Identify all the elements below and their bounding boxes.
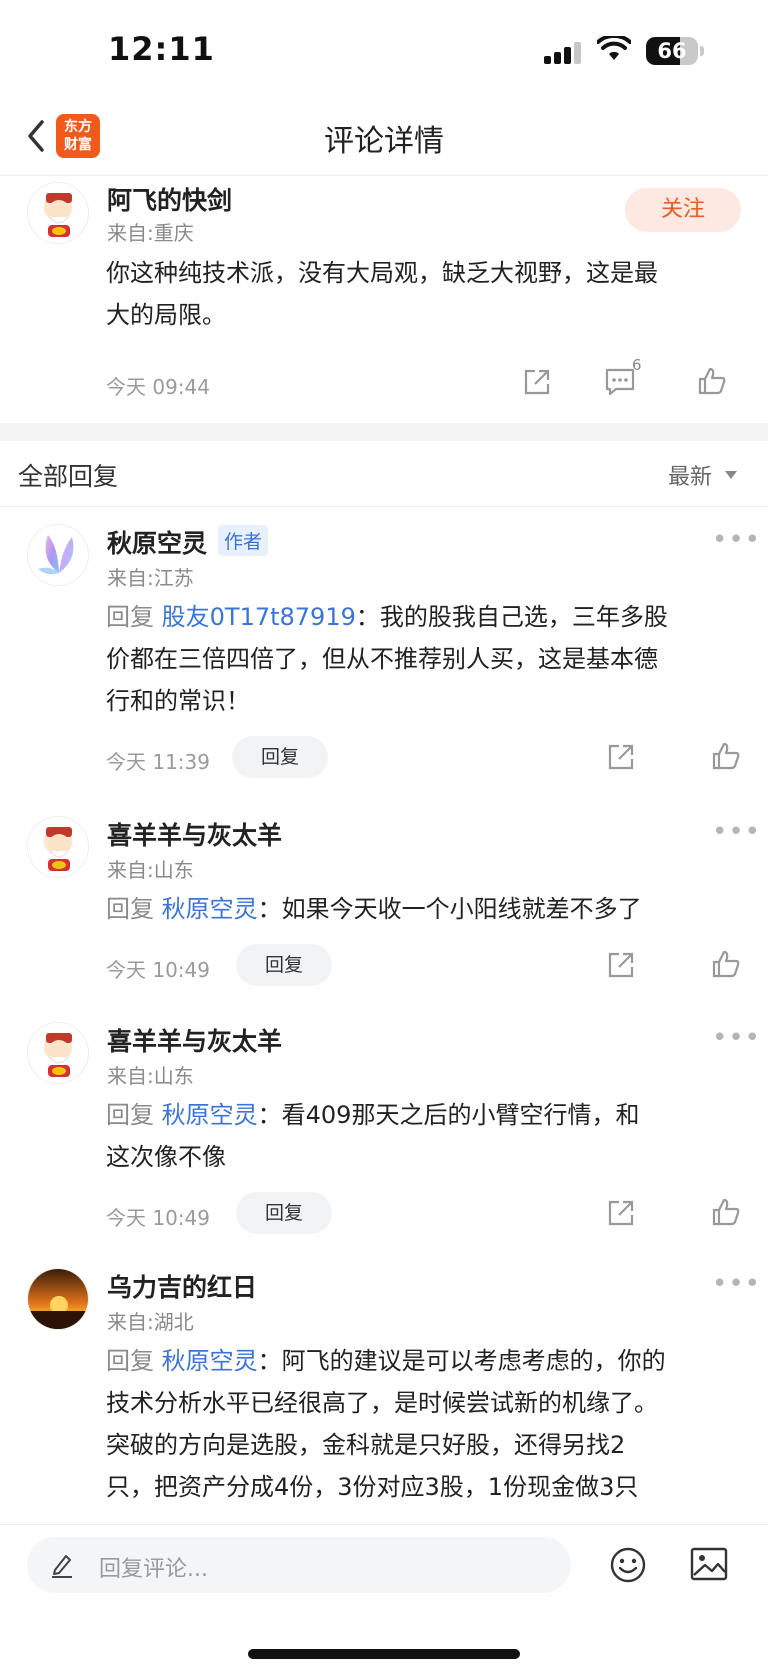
- reply-item: 喜羊羊与灰太羊 ••• 来自:山东 回复 秋原空灵：看409那天之后的小臂空行情…: [0, 1006, 768, 1238]
- reply-text-line: 突破的方向是选股，金科就是只好股，还得另找2: [106, 1431, 626, 1459]
- reply-text-line: 只，把资产分成4份，3份对应3股，1份现金做3只: [106, 1473, 639, 1501]
- share-icon[interactable]: [606, 742, 636, 772]
- reply-target-link[interactable]: 股友0T17t87919: [162, 603, 356, 631]
- reply-text: ：我的股我自己选，三年多股: [355, 603, 668, 631]
- nav-bar: 东方 财富 评论详情: [0, 100, 768, 176]
- comment-location: 来自:重庆: [107, 221, 194, 245]
- replies-header: 全部回复 最新: [0, 441, 768, 507]
- more-options-icon[interactable]: •••: [712, 1271, 761, 1297]
- image-icon[interactable]: [690, 1547, 728, 1581]
- reply-text-line: 回复 秋原空灵：阿飞的建议是可以考虑考虑的，你的: [106, 1340, 666, 1382]
- page-title: 评论详情: [324, 124, 444, 159]
- comment-text-line: 你这种纯技术派，没有大局观，缺乏大视野，这是最: [106, 259, 658, 287]
- reply-target-link[interactable]: 秋原空灵: [162, 895, 258, 923]
- like-icon[interactable]: [711, 949, 741, 979]
- reply-text-line: 回复 秋原空灵：如果今天收一个小阳线就差不多了: [106, 888, 642, 930]
- reply-target-link[interactable]: 秋原空灵: [162, 1347, 258, 1375]
- battery-icon: 66: [646, 37, 698, 65]
- reply-item: 喜羊羊与灰太羊 ••• 来自:山东 回复 秋原空灵：如果今天收一个小阳线就差不多…: [0, 800, 768, 990]
- reply-text-line: 这次像不像: [106, 1143, 226, 1171]
- reply-input[interactable]: 回复评论...: [27, 1537, 571, 1593]
- comment-count-badge: 6: [632, 356, 642, 374]
- section-divider: [0, 423, 768, 441]
- reply-location: 来自:山东: [107, 858, 194, 882]
- reply-text: ：看409那天之后的小臂空行情，和: [257, 1101, 640, 1129]
- status-time: 12:11: [108, 30, 215, 68]
- bottom-reply-bar: 回复评论...: [0, 1524, 768, 1665]
- comment-time: 今天 09:44: [106, 375, 210, 399]
- emoji-icon[interactable]: [609, 1546, 647, 1584]
- reply-button[interactable]: 回复: [232, 736, 328, 778]
- fortune-god-avatar-icon: [46, 193, 72, 237]
- like-icon[interactable]: [711, 741, 741, 771]
- like-icon[interactable]: [697, 366, 727, 396]
- replies-title: 全部回复: [18, 462, 119, 491]
- reply-username[interactable]: 喜羊羊与灰太羊: [107, 1022, 282, 1058]
- reply-text: ：如果今天收一个小阳线就差不多了: [257, 895, 642, 923]
- reply-text: ：阿飞的建议是可以考虑考虑的，你的: [257, 1347, 666, 1375]
- reply-text-line: 回复 股友0T17t87919：我的股我自己选，三年多股: [106, 596, 668, 638]
- comment-text-line: 大的局限。: [106, 301, 226, 329]
- reply-location: 来自:湖北: [107, 1310, 194, 1334]
- reply-text-line: 价都在三倍四倍了，但从不推荐别人买，这是基本德: [106, 645, 658, 673]
- pencil-icon: [52, 1555, 72, 1578]
- battery-nub: [700, 46, 704, 56]
- avatar[interactable]: [27, 1268, 89, 1330]
- share-icon[interactable]: [522, 367, 552, 397]
- reply-button[interactable]: 回复: [236, 1192, 332, 1234]
- follow-button[interactable]: 关注: [625, 188, 741, 232]
- butterfly-avatar-icon: [38, 535, 74, 575]
- reply-username[interactable]: 喜羊羊与灰太羊: [107, 816, 282, 852]
- more-options-icon[interactable]: •••: [712, 819, 761, 845]
- caret-down-icon[interactable]: [725, 471, 737, 479]
- reply-time: 今天 10:49: [106, 958, 210, 982]
- reply-text-line: 技术分析水平已经很高了，是时候尝试新的机缘了。: [106, 1389, 658, 1417]
- reply-username[interactable]: 秋原空灵: [107, 524, 207, 560]
- wifi-icon: [597, 36, 631, 60]
- status-bar: 12:11 66: [0, 0, 768, 100]
- reply-location: 来自:江苏: [107, 566, 194, 590]
- reply-time: 今天 10:49: [106, 1206, 210, 1230]
- cellular-signal-icon: [544, 40, 584, 64]
- reply-item: 秋原空灵 作者 ••• 来自:江苏 回复 股友0T17t87919：我的股我自己…: [0, 508, 768, 778]
- reply-username[interactable]: 乌力吉的红日: [107, 1268, 257, 1304]
- reply-prefix: 回复: [106, 1101, 154, 1129]
- reply-target-link[interactable]: 秋原空灵: [162, 1101, 258, 1129]
- battery-level: 66: [657, 39, 687, 63]
- avatar[interactable]: [27, 1022, 89, 1084]
- reply-item: 乌力吉的红日 ••• 来自:湖北 回复 秋原空灵：阿飞的建议是可以考虑考虑的，你…: [0, 1254, 768, 1524]
- share-icon[interactable]: [606, 1198, 636, 1228]
- reply-location: 来自:山东: [107, 1064, 194, 1088]
- more-options-icon[interactable]: •••: [712, 527, 761, 553]
- reply-text-line: 行和的常识！: [106, 687, 250, 715]
- like-icon[interactable]: [711, 1197, 741, 1227]
- more-options-icon[interactable]: •••: [712, 1025, 761, 1051]
- author-badge: 作者: [218, 525, 269, 556]
- home-indicator: [248, 1649, 520, 1659]
- avatar[interactable]: [27, 182, 89, 244]
- comment-username[interactable]: 阿飞的快剑: [107, 181, 232, 217]
- avatar[interactable]: [27, 524, 89, 586]
- reply-button[interactable]: 回复: [236, 944, 332, 986]
- fortune-god-avatar-icon: [46, 1033, 72, 1077]
- main-comment: 阿飞的快剑 来自:重庆 关注 你这种纯技术派，没有大局观，缺乏大视野，这是最 大…: [0, 177, 768, 423]
- reply-time: 今天 11:39: [106, 750, 210, 774]
- reply-text-line: 回复 秋原空灵：看409那天之后的小臂空行情，和: [106, 1094, 639, 1136]
- sort-dropdown[interactable]: 最新: [668, 459, 712, 491]
- reply-input-placeholder: 回复评论...: [99, 1557, 208, 1582]
- avatar[interactable]: [27, 816, 89, 878]
- reply-prefix: 回复: [106, 1347, 154, 1375]
- sunset-avatar-icon: [28, 1269, 88, 1329]
- fortune-god-avatar-icon: [46, 827, 72, 871]
- reply-prefix: 回复: [106, 603, 154, 631]
- share-icon[interactable]: [606, 950, 636, 980]
- reply-prefix: 回复: [106, 895, 154, 923]
